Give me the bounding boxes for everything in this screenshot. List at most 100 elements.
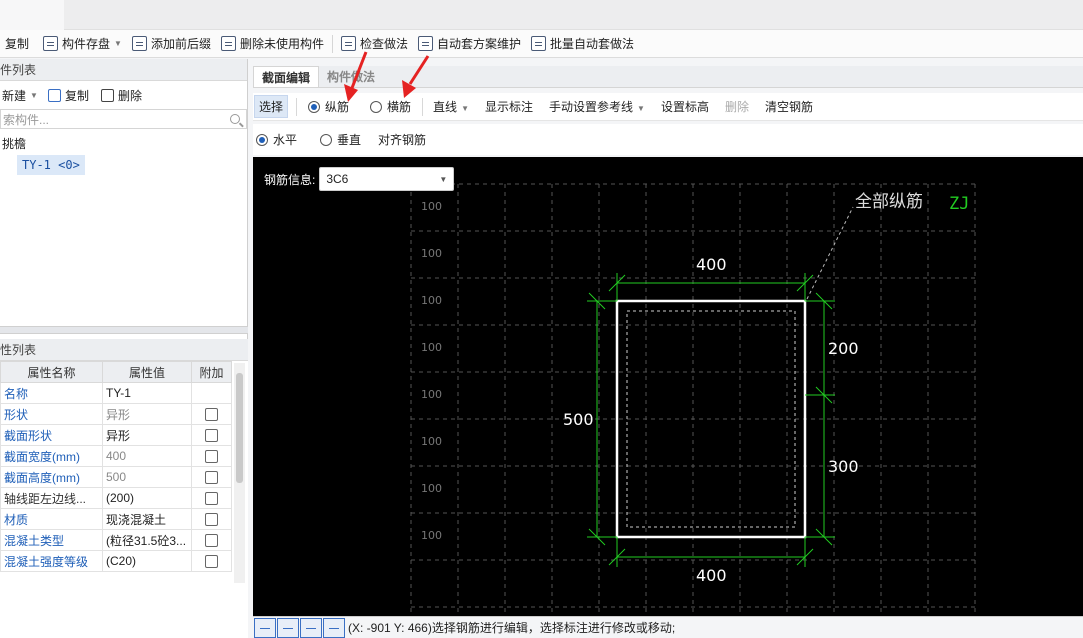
table-row[interactable]: 轴线距左边线... (200) bbox=[0, 487, 232, 509]
dim-right-bottom-text[interactable]: 300 bbox=[828, 457, 859, 476]
new-button[interactable]: 新建 ▼ bbox=[2, 84, 44, 106]
add-prefix-suffix-button[interactable]: 添加前后缀 bbox=[127, 33, 216, 55]
property-header-row: 属性名称 属性值 附加 bbox=[0, 361, 232, 383]
extra-checkbox[interactable] bbox=[205, 429, 218, 443]
property-value[interactable]: 异形 bbox=[102, 403, 192, 425]
extra-checkbox[interactable] bbox=[205, 471, 218, 485]
property-name: 轴线距左边线... bbox=[0, 487, 103, 509]
dim-bottom-text[interactable]: 400 bbox=[696, 566, 727, 585]
show-dim-button[interactable]: 显示标注 bbox=[477, 98, 541, 115]
property-panel: 性列表 属性名称 属性值 附加 名称 TY-1 形状 异形 截面形状 异形 截面宽度(… bbox=[0, 339, 248, 638]
batch-auto-button[interactable]: 批量自动套做法 bbox=[526, 33, 639, 55]
table-row[interactable]: 材质 现浇混凝土 bbox=[0, 508, 232, 530]
vertical-snap-button[interactable] bbox=[300, 617, 322, 638]
delete-component-button[interactable]: 删除 bbox=[100, 84, 148, 106]
extra-checkbox[interactable] bbox=[205, 450, 218, 464]
grid-label: 100 bbox=[421, 482, 442, 495]
vertical-radio[interactable]: 垂直 bbox=[320, 131, 361, 148]
component-list-header: 件列表 bbox=[0, 59, 247, 81]
table-row[interactable]: 混凝土强度等级 (C20) bbox=[0, 550, 232, 572]
tree-root-item[interactable]: 挑檐 bbox=[0, 129, 247, 153]
scrollbar-thumb[interactable] bbox=[236, 373, 243, 483]
dim-top-text[interactable]: 400 bbox=[696, 255, 727, 274]
table-row[interactable]: 名称 TY-1 bbox=[0, 382, 232, 404]
extra-checkbox[interactable] bbox=[205, 513, 218, 527]
property-value[interactable]: 400 bbox=[102, 445, 192, 467]
property-value[interactable]: (200) bbox=[102, 487, 192, 509]
property-name: 混凝土强度等级 bbox=[0, 550, 103, 572]
table-row[interactable]: 截面宽度(mm) 400 bbox=[0, 445, 232, 467]
delete-button[interactable]: 删除 bbox=[717, 98, 757, 115]
copy-component-button[interactable]: 复制 bbox=[47, 84, 95, 106]
annotation-code[interactable]: ZJ bbox=[949, 194, 969, 214]
line-snap-button[interactable] bbox=[277, 617, 299, 638]
align-rebar-button[interactable]: 对齐钢筋 bbox=[370, 131, 434, 148]
property-extra-cell bbox=[191, 382, 232, 404]
new-label: 新建 bbox=[2, 88, 27, 103]
section-canvas[interactable]: 100 100 100 100 100 100 100 100 400 400 … bbox=[253, 157, 1083, 616]
grid-label: 100 bbox=[421, 388, 442, 401]
search-icon[interactable] bbox=[230, 114, 240, 124]
select-button[interactable]: 选择 bbox=[254, 95, 289, 118]
delete-unused-button[interactable]: 删除未使用构件 bbox=[216, 33, 329, 55]
set-elev-button[interactable]: 设置标高 bbox=[653, 98, 717, 115]
tree-child-item[interactable]: TY-1 <0> bbox=[17, 155, 85, 175]
horizontal-radio[interactable]: 水平 bbox=[256, 131, 297, 148]
component-search-input[interactable]: 索构件... bbox=[0, 109, 247, 129]
chevron-down-icon[interactable]: ▼ bbox=[114, 39, 122, 48]
property-extra-cell bbox=[191, 487, 232, 509]
align-toolbar: 水平 垂直 对齐钢筋 bbox=[253, 124, 1083, 155]
table-row[interactable]: 形状 异形 bbox=[0, 403, 232, 425]
add-snap-button[interactable] bbox=[323, 617, 345, 638]
panel-splitter[interactable] bbox=[0, 326, 248, 334]
rebar-info-select[interactable]: 3C6 ▼ bbox=[319, 167, 455, 191]
tree-root-label: 挑檐 bbox=[2, 137, 27, 151]
copy-button[interactable]: 复制 bbox=[0, 33, 34, 55]
copy-label: 复制 bbox=[5, 37, 30, 51]
scheme-icon bbox=[418, 36, 433, 51]
extra-checkbox[interactable] bbox=[205, 555, 218, 569]
copy-component-label: 复制 bbox=[64, 88, 89, 103]
property-value[interactable]: 500 bbox=[102, 466, 192, 488]
property-name: 混凝土类型 bbox=[0, 529, 103, 551]
property-value[interactable]: (C20) bbox=[102, 550, 192, 572]
property-value[interactable]: (粒径31.5砼3... bbox=[102, 529, 192, 551]
extra-checkbox[interactable] bbox=[205, 534, 218, 548]
table-row[interactable]: 混凝土类型 (粒径31.5砼3... bbox=[0, 529, 232, 551]
table-row[interactable]: 截面高度(mm) 500 bbox=[0, 466, 232, 488]
manual-ref-label: 手动设置参考线 bbox=[549, 100, 634, 114]
tab-section-edit[interactable]: 截面编辑 bbox=[253, 66, 320, 87]
dimension-lines[interactable] bbox=[587, 273, 835, 567]
property-name: 材质 bbox=[0, 508, 103, 530]
dimension-texts[interactable]: 400 400 500 200 300 bbox=[563, 255, 859, 585]
chevron-down-icon[interactable]: ▼ bbox=[30, 91, 38, 100]
property-scrollbar[interactable] bbox=[234, 363, 245, 583]
property-name: 形状 bbox=[0, 403, 103, 425]
save-disk-icon bbox=[43, 36, 59, 51]
property-extra-cell bbox=[191, 550, 232, 572]
property-value[interactable]: 异形 bbox=[102, 424, 192, 446]
column-header: 属性名称 bbox=[0, 361, 103, 383]
property-value[interactable]: 现浇混凝土 bbox=[102, 508, 192, 530]
extra-checkbox[interactable] bbox=[205, 408, 218, 422]
ortho-snap-button[interactable] bbox=[254, 617, 276, 638]
component-save-button[interactable]: 构件存盘 ▼ bbox=[38, 33, 127, 55]
manual-ref-dropdown[interactable]: 手动设置参考线 ▼ bbox=[541, 98, 653, 115]
dim-left-text[interactable]: 500 bbox=[563, 410, 594, 429]
clear-rebar-button[interactable]: 清空钢筋 bbox=[757, 98, 821, 115]
chevron-down-icon: ▼ bbox=[637, 104, 645, 113]
grid-label: 100 bbox=[421, 435, 442, 448]
batch-icon bbox=[531, 36, 547, 51]
main-toolbar: 复制 构件存盘 ▼ 添加前后缀 删除未使用构件 检查做法 自动套方案维护 批量自动… bbox=[0, 30, 1083, 58]
property-value[interactable]: TY-1 bbox=[102, 382, 192, 404]
extra-checkbox[interactable] bbox=[205, 492, 218, 506]
table-row[interactable]: 截面形状 异形 bbox=[0, 424, 232, 446]
property-extra-cell bbox=[191, 466, 232, 488]
chevron-down-icon: ▼ bbox=[461, 104, 469, 113]
dim-right-top-text[interactable]: 200 bbox=[828, 339, 859, 358]
property-extra-cell bbox=[191, 403, 232, 425]
annotation-text[interactable]: 全部纵筋 bbox=[855, 192, 923, 212]
toolbar-separator bbox=[296, 97, 298, 116]
column-header: 附加 bbox=[191, 361, 232, 383]
status-text: (X: -901 Y: 466)选择钢筋进行编辑，选择标注进行修改或移动; bbox=[348, 621, 676, 635]
